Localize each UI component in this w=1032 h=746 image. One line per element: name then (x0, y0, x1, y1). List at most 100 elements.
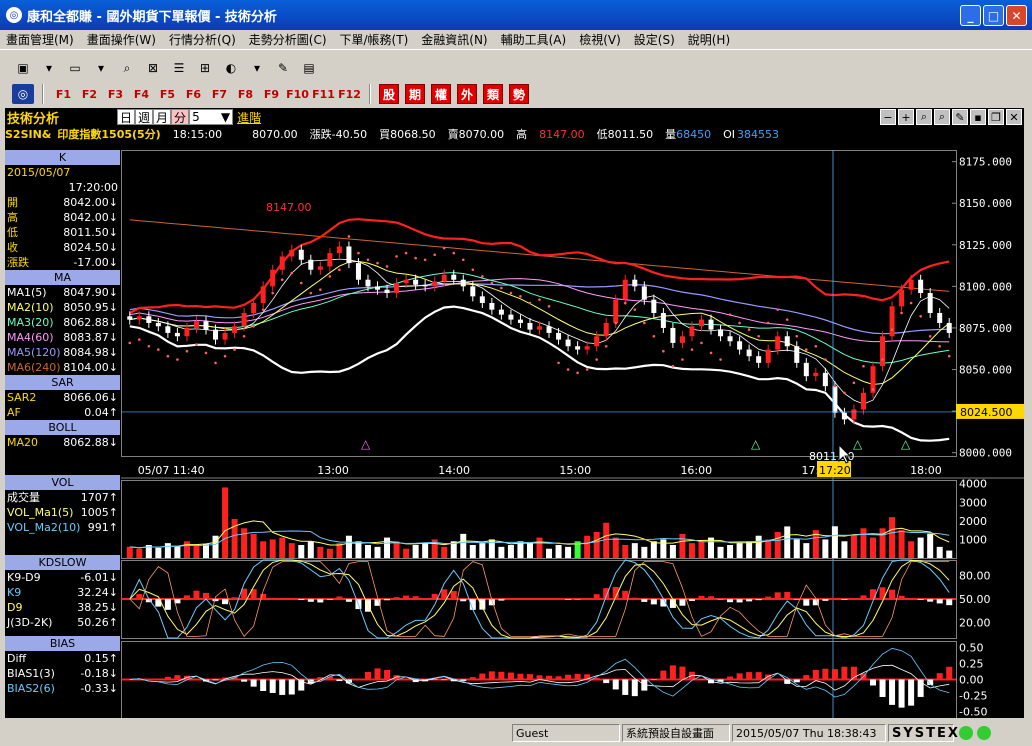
category-button-2[interactable]: 權 (431, 84, 451, 104)
sar-dot (681, 358, 684, 361)
minimize-button[interactable]: _ (960, 5, 981, 26)
menu-item-8[interactable]: 設定(S) (634, 31, 675, 48)
list-icon[interactable]: ☰ (168, 58, 190, 78)
sar-dot (900, 311, 903, 315)
candle-body (136, 316, 142, 320)
fkey-f8[interactable]: F8 (234, 88, 257, 101)
volume-bar (669, 545, 676, 558)
menu-item-3[interactable]: 走勢分析圖(C) (249, 31, 327, 48)
fkey-f4[interactable]: F4 (130, 88, 153, 101)
image-icon[interactable]: ▤ (298, 58, 320, 78)
category-button-0[interactable]: 股 (379, 84, 399, 104)
restore-icon[interactable]: ❐ (988, 109, 1004, 125)
save-icon[interactable]: ▪ (970, 109, 986, 125)
bias-tick-label: 0.50 (959, 641, 984, 654)
fkey-f10[interactable]: F10 (286, 88, 309, 101)
candle-body (336, 246, 342, 254)
vol-tick-label: 4000 (959, 478, 987, 491)
home-logo-icon[interactable]: ◎ (12, 84, 34, 104)
pen-icon[interactable]: ✎ (272, 58, 294, 78)
kd-diff-bar (136, 594, 143, 599)
sar-dot (223, 354, 227, 358)
ma-label: MA3(20) (7, 316, 54, 329)
search-icon[interactable]: ⌕ (116, 58, 138, 78)
fkey-f11[interactable]: F11 (312, 88, 335, 101)
sar-dot (700, 341, 703, 345)
vol-row: VOL_Ma1(5) 1005↑ (5, 505, 120, 520)
period-tab-3[interactable]: 分 (171, 109, 190, 125)
candle-body (460, 279, 466, 287)
window-icon[interactable]: ▣ (12, 58, 34, 78)
menu-item-2[interactable]: 行情分析(Q) (169, 31, 236, 48)
volume-bar (593, 532, 600, 558)
high: 高 8147.00 (516, 126, 585, 142)
volume-bar (193, 545, 200, 558)
vol-value: 1707↑ (80, 491, 118, 504)
candle-body (708, 319, 714, 330)
menu-item-7[interactable]: 檢視(V) (579, 31, 621, 48)
monitor-icon[interactable]: ▭ (64, 58, 86, 78)
fkey-f3[interactable]: F3 (104, 88, 127, 101)
bias-diff-bar (631, 679, 638, 697)
kd-tick-label: 20.00 (959, 616, 991, 629)
fkey-f2[interactable]: F2 (78, 88, 101, 101)
candle-body (908, 279, 914, 290)
fkey-f1[interactable]: F1 (52, 88, 75, 101)
fkey-f5[interactable]: F5 (156, 88, 179, 101)
menu-item-9[interactable]: 說明(H) (688, 31, 730, 48)
bias-diff-bar (164, 676, 171, 680)
panel-close-icon[interactable]: ✕ (1006, 109, 1022, 125)
volume-bar (269, 539, 276, 558)
globe-icon[interactable]: ◐ (220, 58, 242, 78)
interval-select[interactable]: 5 ▼ (189, 109, 234, 125)
zoom-out-icon[interactable]: − (880, 109, 896, 125)
technical-chart[interactable]: 8175.000 8150.000 8125.000 8100.000 8075.000… (121, 150, 1024, 718)
period-tab-2[interactable]: 月 (153, 109, 172, 125)
sar-dot (290, 271, 294, 275)
dropdown-icon[interactable]: ▾ (246, 58, 268, 78)
kd-diff-bar (765, 596, 772, 599)
bias-diff-bar (746, 672, 753, 680)
advanced-link[interactable]: 進階 (237, 109, 261, 126)
menu-item-5[interactable]: 金融資訊(N) (421, 31, 487, 48)
fkey-f12[interactable]: F12 (338, 88, 361, 101)
menu-item-6[interactable]: 輔助工具(A) (501, 31, 567, 48)
fkey-f7[interactable]: F7 (208, 88, 231, 101)
bias-value: 0.15↑ (84, 652, 118, 665)
sar-dot (814, 344, 818, 348)
maximize-button[interactable]: □ (983, 5, 1004, 26)
draw-icon[interactable]: ✎ (952, 109, 968, 125)
sar-dot (890, 328, 894, 331)
sar-dot (328, 275, 332, 278)
menu-item-1[interactable]: 畫面操作(W) (87, 31, 156, 48)
bias-diff-bar (565, 674, 572, 680)
dropdown-icon[interactable]: ▾ (90, 58, 112, 78)
close-button[interactable]: ✕ (1006, 5, 1027, 26)
zoom-in-icon[interactable]: + (898, 109, 914, 125)
connection-indicators (956, 724, 1000, 742)
category-button-3[interactable]: 外 (457, 84, 477, 104)
period-tab-1[interactable]: 週 (135, 109, 154, 125)
category-button-5[interactable]: 勢 (509, 84, 529, 104)
sar-dot (757, 334, 760, 338)
dropdown-icon[interactable]: ▾ (38, 58, 60, 78)
fkey-f6[interactable]: F6 (182, 88, 205, 101)
magnify-plus-icon[interactable]: ⌕ (934, 109, 950, 125)
grid-icon[interactable]: ⊞ (194, 58, 216, 78)
period-tab-0[interactable]: 日 (117, 109, 136, 125)
kd-row: D9 38.25↓ (5, 600, 120, 615)
volume-bar (174, 545, 181, 558)
category-button-1[interactable]: 期 (405, 84, 425, 104)
signal-triangle: △ (901, 437, 911, 451)
close-window-icon[interactable]: ⊠ (142, 58, 164, 78)
menu-item-0[interactable]: 畫面管理(M) (6, 31, 74, 48)
volume-bar (507, 545, 514, 558)
sar-dot (157, 348, 160, 351)
menu-item-4[interactable]: 下單/帳務(T) (340, 31, 409, 48)
magnify-minus-icon[interactable]: ⌕ (916, 109, 932, 125)
category-button-4[interactable]: 類 (483, 84, 503, 104)
fkey-f9[interactable]: F9 (260, 88, 283, 101)
candle-body (403, 279, 409, 284)
bias-diff-bar (517, 673, 524, 680)
sar-dot (862, 364, 865, 368)
